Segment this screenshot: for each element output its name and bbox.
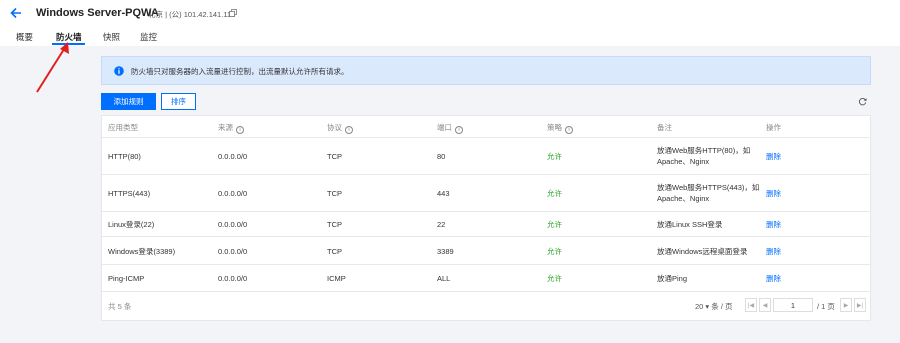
note-cell-line2: Apache、Nginx xyxy=(657,157,710,166)
copy-icon[interactable] xyxy=(229,9,237,17)
column-header: 端口 i xyxy=(437,122,463,134)
back-arrow-icon[interactable] xyxy=(9,6,23,20)
column-header: 应用类型 xyxy=(108,123,138,132)
prev-page-icon[interactable]: ◀ xyxy=(759,298,771,312)
app-type-cell: Windows登录(3389) xyxy=(108,247,176,256)
app-type-cell: Linux登录(22) xyxy=(108,220,155,229)
total-pages: / 1 页 xyxy=(817,302,835,311)
source-cell: 0.0.0.0/0 xyxy=(218,274,248,283)
help-icon[interactable]: i xyxy=(565,126,573,134)
protocol-cell: TCP xyxy=(327,247,342,256)
port-cell: 3389 xyxy=(437,247,454,256)
port-cell: 80 xyxy=(437,152,446,161)
delete-link[interactable]: 删除 xyxy=(766,246,781,257)
help-icon[interactable]: i xyxy=(455,126,463,134)
page-size-select[interactable]: 20 ▾ 条 / 页 xyxy=(695,301,733,312)
app-type-cell: HTTP(80) xyxy=(108,152,141,161)
policy-cell: 允许 xyxy=(547,220,562,229)
delete-link[interactable]: 删除 xyxy=(766,273,781,284)
note-cell: 放通Web服务HTTPS(443)，如 xyxy=(657,183,760,192)
help-icon[interactable]: i xyxy=(236,126,244,134)
protocol-cell: TCP xyxy=(327,220,342,229)
note-cell: 放通Ping xyxy=(657,274,688,283)
table-header: 应用类型 来源 i 协议 i 端口 i 策略 i 备注 操作 xyxy=(102,116,870,138)
delete-link[interactable]: 删除 xyxy=(766,188,781,199)
column-header: 来源 i xyxy=(218,122,244,134)
tab-snapshot[interactable]: 快照 xyxy=(103,31,120,43)
total-count: 共 5 条 xyxy=(108,302,132,311)
note-cell: 放通Windows远程桌面登录 xyxy=(657,247,748,256)
info-icon xyxy=(114,66,124,76)
port-cell: 443 xyxy=(437,189,450,198)
info-text: 防火墙只对服务器的入流量进行控制，出流量默认允许所有请求。 xyxy=(131,67,349,76)
table-row: Ping-ICMP 0.0.0.0/0 ICMP ALL 允许 放通Ping 删… xyxy=(102,265,870,292)
column-header: 策略 i xyxy=(547,122,573,134)
delete-link[interactable]: 删除 xyxy=(766,151,781,162)
source-cell: 0.0.0.0/0 xyxy=(218,152,248,161)
app-type-cell: Ping-ICMP xyxy=(108,274,145,283)
last-page-icon[interactable]: ▶| xyxy=(854,298,866,312)
delete-link[interactable]: 删除 xyxy=(766,219,781,230)
top-bar: Windows Server-PQWA 北京 | (公) 101.42.141.… xyxy=(0,0,900,46)
info-banner: 防火墙只对服务器的入流量进行控制，出流量默认允许所有请求。 xyxy=(101,56,871,85)
policy-cell: 允许 xyxy=(547,247,562,256)
table-row: Windows登录(3389) 0.0.0.0/0 TCP 3389 允许 放通… xyxy=(102,237,870,265)
refresh-icon[interactable] xyxy=(858,97,867,106)
protocol-cell: TCP xyxy=(327,189,342,198)
help-icon[interactable]: i xyxy=(345,126,353,134)
tab-monitor[interactable]: 监控 xyxy=(140,31,157,43)
server-location: 北京 | (公) 101.42.141.118 xyxy=(148,10,236,19)
source-cell: 0.0.0.0/0 xyxy=(218,189,248,198)
rules-table: 应用类型 来源 i 协议 i 端口 i 策略 i 备注 操作 HTTP(80) 0.0.… xyxy=(101,115,871,321)
source-cell: 0.0.0.0/0 xyxy=(218,247,248,256)
table-row: HTTP(80) 0.0.0.0/0 TCP 80 允许 放通Web服务HTTP… xyxy=(102,138,870,175)
note-cell: 放通Web服务HTTP(80)，如 xyxy=(657,146,751,155)
policy-cell: 允许 xyxy=(547,274,562,283)
table-row: HTTPS(443) 0.0.0.0/0 TCP 443 允许 放通Web服务H… xyxy=(102,175,870,212)
first-page-icon[interactable]: |◀ xyxy=(745,298,757,312)
protocol-cell: TCP xyxy=(327,152,342,161)
protocol-cell: ICMP xyxy=(327,274,346,283)
firewall-panel: 防火墙只对服务器的入流量进行控制，出流量默认允许所有请求。 添加规则 排序 应用… xyxy=(101,53,871,323)
column-header: 操作 xyxy=(766,123,781,132)
column-header: 备注 xyxy=(657,123,672,132)
sort-button[interactable]: 排序 xyxy=(161,93,196,110)
port-cell: ALL xyxy=(437,274,451,283)
column-header: 协议 i xyxy=(327,122,353,134)
table-row: Linux登录(22) 0.0.0.0/0 TCP 22 允许 放通Linux … xyxy=(102,212,870,237)
source-cell: 0.0.0.0/0 xyxy=(218,220,248,229)
next-page-icon[interactable]: ▶ xyxy=(840,298,852,312)
port-cell: 22 xyxy=(437,220,446,229)
note-cell-line2: Apache、Nginx xyxy=(657,194,710,203)
page-number-input[interactable] xyxy=(773,298,813,312)
policy-cell: 允许 xyxy=(547,152,562,161)
policy-cell: 允许 xyxy=(547,189,562,198)
annotation-arrow-icon xyxy=(36,42,69,93)
app-type-cell: HTTPS(443) xyxy=(108,189,151,198)
add-rule-button[interactable]: 添加规则 xyxy=(101,93,156,110)
page-title: Windows Server-PQWA xyxy=(36,7,159,19)
note-cell: 放通Linux SSH登录 xyxy=(657,220,723,229)
